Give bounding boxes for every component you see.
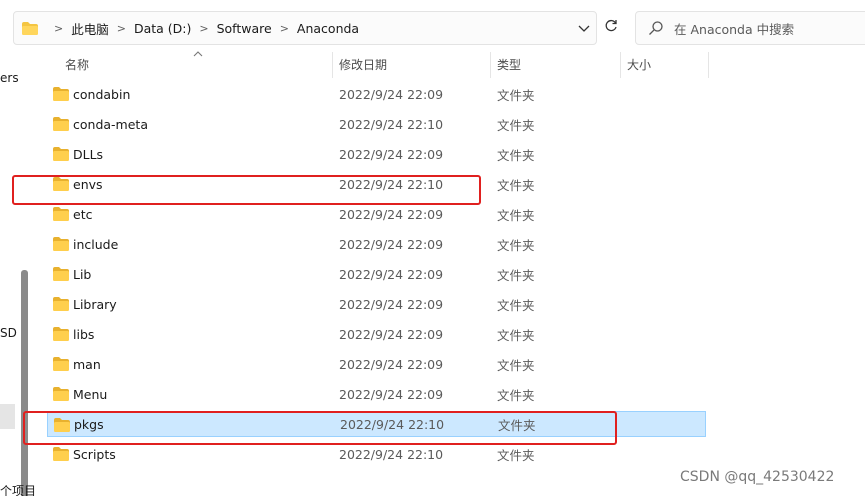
column-divider[interactable]: [708, 52, 709, 78]
file-name: Menu: [73, 386, 108, 402]
chevron-right-icon: >: [279, 21, 289, 35]
folder-icon: [22, 21, 38, 35]
file-name: man: [73, 356, 101, 372]
folder-icon: [53, 147, 69, 161]
file-modified: 2022/9/24 22:09: [339, 386, 444, 402]
breadcrumb-item[interactable]: Software: [217, 21, 272, 36]
file-name: libs: [73, 326, 95, 342]
folder-icon: [53, 207, 69, 221]
file-type: 文件夹: [497, 357, 535, 373]
file-name: include: [73, 236, 119, 252]
file-type: 文件夹: [497, 117, 535, 133]
breadcrumb-item[interactable]: Data (D:): [134, 21, 191, 36]
column-header: 名称 修改日期 类型 大小: [35, 51, 710, 78]
sort-ascending-icon: [193, 51, 203, 57]
status-item-count: 个项目: [0, 484, 37, 496]
file-type: 文件夹: [497, 177, 535, 193]
file-modified: 2022/9/24 22:09: [339, 326, 444, 342]
address-bar[interactable]: > 此电脑 > Data (D:) > Software > Anaconda: [13, 11, 597, 45]
folder-icon: [53, 87, 69, 101]
file-type: 文件夹: [497, 267, 535, 283]
file-modified: 2022/9/24 22:10: [339, 446, 444, 462]
folder-icon: [53, 267, 69, 281]
nav-item-highlight[interactable]: [0, 404, 15, 429]
file-row-lib[interactable]: Lib 2022/9/24 22:09 文件夹: [47, 261, 706, 287]
file-name: Library: [73, 296, 117, 312]
search-input[interactable]: 在 Anaconda 中搜索: [635, 11, 865, 45]
chevron-right-icon: >: [116, 21, 126, 35]
file-modified: 2022/9/24 22:09: [339, 356, 444, 372]
folder-icon: [53, 327, 69, 341]
chevron-right-icon: >: [199, 21, 209, 35]
file-type: 文件夹: [497, 147, 535, 163]
toolbar: > 此电脑 > Data (D:) > Software > Anaconda …: [0, 0, 865, 52]
file-type: 文件夹: [497, 387, 535, 403]
file-row-conda-meta[interactable]: conda-meta 2022/9/24 22:10 文件夹: [47, 111, 706, 137]
file-name: Lib: [73, 266, 92, 282]
breadcrumb-item[interactable]: Anaconda: [297, 21, 359, 36]
refresh-icon[interactable]: [602, 17, 620, 35]
file-row-library[interactable]: Library 2022/9/24 22:09 文件夹: [47, 291, 706, 317]
file-name: condabin: [73, 86, 131, 102]
column-modified[interactable]: 修改日期: [333, 52, 387, 78]
file-row-condabin[interactable]: condabin 2022/9/24 22:09 文件夹: [47, 81, 706, 107]
file-modified: 2022/9/24 22:09: [339, 296, 444, 312]
folder-icon: [53, 357, 69, 371]
file-type: 文件夹: [497, 207, 535, 223]
file-modified: 2022/9/24 22:09: [339, 266, 444, 282]
file-name: DLLs: [73, 146, 104, 162]
file-row-libs[interactable]: libs 2022/9/24 22:09 文件夹: [47, 321, 706, 347]
file-type: 文件夹: [497, 87, 535, 103]
file-modified: 2022/9/24 22:09: [339, 206, 444, 222]
file-row-include[interactable]: include 2022/9/24 22:09 文件夹: [47, 231, 706, 257]
file-modified: 2022/9/24 22:10: [339, 116, 444, 132]
folder-icon: [53, 237, 69, 251]
file-type: 文件夹: [497, 447, 535, 463]
column-type[interactable]: 类型: [491, 52, 521, 78]
column-size[interactable]: 大小: [621, 52, 651, 78]
file-type: 文件夹: [497, 237, 535, 253]
file-name: etc: [73, 206, 93, 222]
highlight-box-pkgs: [23, 411, 617, 445]
file-modified: 2022/9/24 22:09: [339, 86, 444, 102]
breadcrumb-item[interactable]: 此电脑: [71, 19, 109, 38]
file-name: Scripts: [73, 446, 116, 462]
folder-icon: [53, 387, 69, 401]
file-modified: 2022/9/24 22:09: [339, 236, 444, 252]
file-type: 文件夹: [497, 327, 535, 343]
column-name[interactable]: 名称: [59, 52, 89, 78]
file-modified: 2022/9/24 22:09: [339, 146, 444, 162]
highlight-box-envs: [12, 175, 481, 205]
folder-icon: [53, 297, 69, 311]
nav-scrollbar[interactable]: [21, 270, 28, 496]
folder-icon: [53, 117, 69, 131]
search-icon: [649, 21, 663, 35]
file-row-dlls[interactable]: DLLs 2022/9/24 22:09 文件夹: [47, 141, 706, 167]
file-name: conda-meta: [73, 116, 148, 132]
watermark: CSDN @qq_42530422: [680, 469, 835, 485]
chevron-down-icon[interactable]: [576, 21, 592, 37]
nav-item-fragment[interactable]: SD: [0, 326, 17, 340]
nav-item-fragment[interactable]: ers: [0, 71, 19, 85]
file-row-menu[interactable]: Menu 2022/9/24 22:09 文件夹: [47, 381, 706, 407]
chevron-right-icon: >: [54, 21, 64, 35]
file-type: 文件夹: [497, 297, 535, 313]
folder-icon: [53, 447, 69, 461]
search-placeholder: 在 Anaconda 中搜索: [674, 21, 795, 37]
file-row-man[interactable]: man 2022/9/24 22:09 文件夹: [47, 351, 706, 377]
